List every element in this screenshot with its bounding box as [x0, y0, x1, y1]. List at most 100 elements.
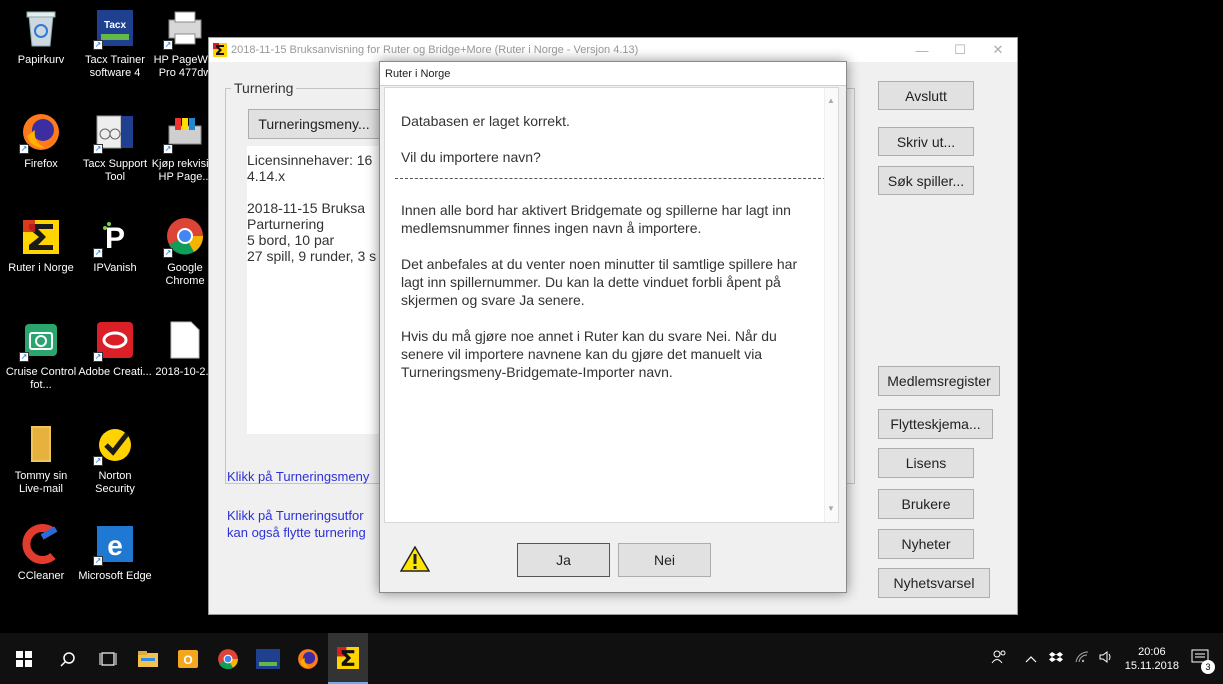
desktop-icon-tacx-trainer[interactable]: Tacx ↗ Tacx Trainer software 4 — [78, 6, 152, 80]
ruter-sigma-icon — [337, 646, 359, 669]
tournament-info-panel: Licensinnehaver: 16 4.14.x 2018-11-15 Br… — [247, 146, 397, 434]
taskbar-tacx[interactable] — [248, 633, 288, 684]
main-window-titlebar[interactable]: 2018-11-15 Bruksanvisning for Ruter og B… — [209, 38, 1017, 62]
move-tournament-link[interactable]: kan også flytte turnering — [227, 525, 366, 540]
dialog-message: Databasen er laget korrekt. Vil du impor… — [384, 87, 839, 523]
movement-schedule-button[interactable]: Flytteskjema... — [878, 409, 993, 439]
chrome-icon — [218, 648, 238, 669]
firefox-icon — [298, 648, 318, 669]
svg-text:P: P — [105, 222, 125, 255]
news-button[interactable]: Nyheter — [878, 529, 974, 559]
camera-icon: ↗ — [19, 318, 63, 362]
search-button[interactable] — [48, 633, 88, 684]
member-register-button[interactable]: Medlemsregister — [878, 366, 1000, 396]
tacx-icon — [256, 648, 280, 669]
main-window-title: 2018-11-15 Bruksanvisning for Ruter og B… — [231, 44, 639, 56]
people-icon[interactable] — [991, 650, 1007, 667]
desktop-icon-adobe[interactable]: ↗ Adobe Creati... — [78, 318, 152, 379]
desktop-icon-tacx-support[interactable]: ↗ Tacx Support Tool — [78, 110, 152, 184]
mail-app-icon: O — [178, 649, 198, 668]
firefox-icon: ↗ — [19, 110, 63, 154]
info-line: Parturnering — [247, 216, 325, 232]
news-alert-button[interactable]: Nyhetsvarsel — [878, 568, 990, 598]
tournament-menu-button[interactable]: Turneringsmeny... — [248, 109, 380, 139]
info-line: 2018-11-15 Bruksa — [247, 200, 366, 216]
minimize-icon[interactable]: — — [903, 43, 941, 58]
scroll-up-icon[interactable]: ▲ — [827, 92, 835, 110]
norton-icon: ↗ — [93, 422, 137, 466]
no-button[interactable]: Nei — [618, 543, 711, 577]
taskbar-outlook[interactable]: O — [168, 633, 208, 684]
folder-icon — [19, 422, 63, 466]
dialog-line-database-ok: Databasen er laget korrekt. — [401, 113, 570, 129]
ruter-app-icon — [213, 43, 227, 57]
svg-text:Tacx: Tacx — [104, 20, 126, 31]
clock-date: 15.11.2018 — [1124, 659, 1179, 672]
edge-icon: e ↗ — [93, 522, 137, 566]
ccleaner-icon — [19, 522, 63, 566]
svg-text:O: O — [183, 653, 192, 667]
license-button[interactable]: Lisens — [878, 448, 974, 478]
dialog-paragraph: Det anbefales at du venter noen minutter… — [401, 256, 798, 308]
desktop-icon-cruise-control[interactable]: ↗ Cruise Control fot... — [4, 318, 78, 392]
desktop-icon-firefox[interactable]: ↗ Firefox — [4, 110, 78, 171]
clock[interactable]: 20:06 15.11.2018 — [1125, 645, 1179, 673]
tournament-group-label: Turnering — [231, 80, 297, 96]
file-explorer-icon — [138, 650, 158, 667]
warning-icon — [400, 546, 430, 572]
tournament-menu-link[interactable]: Klikk på Turneringsmeny — [227, 469, 369, 484]
exit-button[interactable]: Avslutt — [878, 81, 974, 110]
taskbar-ruter[interactable] — [328, 633, 368, 684]
volume-icon[interactable] — [1099, 651, 1113, 666]
desktop-icon-ruter[interactable]: Ruter i Norge — [4, 214, 78, 275]
ruter-sigma-icon — [19, 214, 63, 258]
task-view-icon — [99, 651, 117, 666]
start-button[interactable] — [0, 633, 48, 684]
search-icon — [60, 651, 75, 667]
info-line — [247, 184, 397, 200]
dialog-title[interactable]: Ruter i Norge — [380, 62, 846, 86]
print-button[interactable]: Skriv ut... — [878, 127, 974, 156]
scroll-down-icon[interactable]: ▼ — [827, 500, 835, 518]
info-line: 5 bord, 10 par — [247, 232, 335, 248]
dialog-paragraph: Hvis du må gjøre noe annet i Ruter kan d… — [401, 328, 777, 380]
desktop-icon-recycle-bin[interactable]: Papirkurv — [4, 6, 78, 67]
notification-badge: 3 — [1201, 660, 1215, 674]
desktop-icon-norton[interactable]: ↗ Norton Security — [78, 422, 152, 496]
close-icon[interactable]: ✕ — [979, 42, 1017, 58]
svg-text:e: e — [107, 530, 123, 561]
desktop-icon-live-mail[interactable]: Tommy sin Live-mail — [4, 422, 78, 496]
ipvanish-icon: P ↗ — [93, 222, 126, 258]
wifi-icon[interactable] — [1075, 651, 1089, 666]
maximize-icon[interactable]: ☐ — [941, 42, 979, 58]
info-line: 4.14.x — [247, 168, 286, 184]
users-button[interactable]: Brukere — [878, 489, 974, 519]
desktop-icon-edge[interactable]: e ↗ Microsoft Edge — [78, 522, 152, 583]
info-line: 27 spill, 9 runder, 3 s — [247, 248, 377, 264]
desktop-icon-ccleaner[interactable]: CCleaner — [4, 522, 78, 583]
printer-icon: ↗ — [163, 6, 207, 50]
tournament-run-link[interactable]: Klikk på Turneringsutfor — [227, 508, 364, 523]
dialog-scrollbar[interactable]: ▲ ▼ — [824, 88, 838, 522]
taskbar-chrome[interactable] — [208, 633, 248, 684]
clock-time: 20:06 — [1138, 645, 1166, 658]
desktop-icon-ipvanish[interactable]: P ↗ IPVanish — [78, 214, 152, 275]
notification-center[interactable]: 3 — [1191, 649, 1215, 674]
system-tray: 20:06 15.11.2018 3 — [991, 633, 1223, 684]
tacx-trainer-icon: Tacx ↗ — [93, 6, 137, 50]
dialog-line-question: Vil du importere navn? — [401, 149, 541, 165]
dropbox-icon[interactable] — [1048, 651, 1063, 666]
adobe-creative-cloud-icon: ↗ — [93, 318, 137, 362]
chrome-icon: ↗ — [163, 214, 207, 258]
taskbar-file-explorer[interactable] — [128, 633, 168, 684]
task-view-button[interactable] — [88, 633, 128, 684]
info-line: Licensinnehaver: 16 — [247, 152, 373, 168]
chevron-up-icon[interactable] — [1025, 652, 1037, 666]
taskbar-firefox[interactable] — [288, 633, 328, 684]
dialog-separator — [395, 178, 831, 179]
search-player-button[interactable]: Søk spiller... — [878, 166, 974, 195]
yes-button[interactable]: Ja — [517, 543, 610, 577]
windows-icon — [16, 650, 32, 667]
tacx-support-icon: ↗ — [93, 110, 137, 154]
dialog-footer: Ja Nei — [384, 524, 842, 590]
